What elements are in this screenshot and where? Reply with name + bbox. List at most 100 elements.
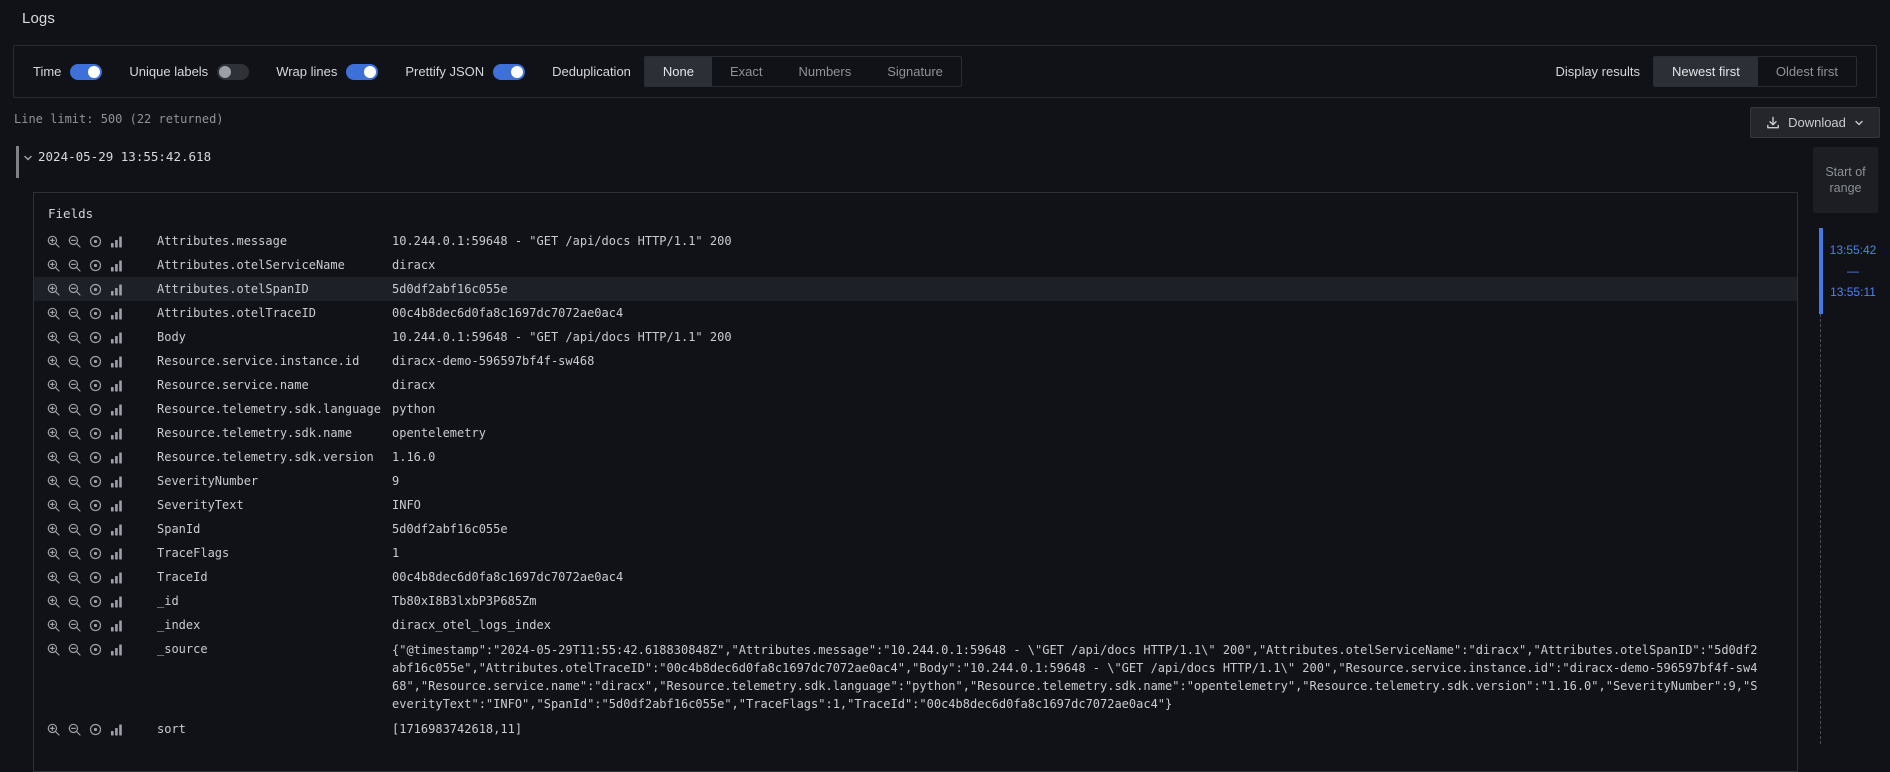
eye-icon[interactable]	[89, 235, 102, 248]
segment-option-signature[interactable]: Signature	[869, 57, 961, 86]
zoom-out-icon[interactable]	[68, 451, 81, 464]
zoom-in-icon[interactable]	[47, 235, 60, 248]
stats-icon[interactable]	[110, 235, 123, 248]
stats-icon[interactable]	[110, 619, 123, 632]
zoom-in-icon[interactable]	[47, 643, 60, 656]
field-name: Resource.service.name	[157, 377, 392, 393]
zoom-in-icon[interactable]	[47, 427, 60, 440]
eye-icon[interactable]	[89, 283, 102, 296]
toggle-switch-wrap-lines[interactable]	[346, 64, 378, 80]
field-row-SpanId: SpanId5d0df2abf16c055e	[34, 517, 1797, 541]
line-limit-status: Line limit: 500 (22 returned)	[14, 112, 224, 126]
zoom-in-icon[interactable]	[47, 355, 60, 368]
zoom-in-icon[interactable]	[47, 571, 60, 584]
stats-icon[interactable]	[110, 307, 123, 320]
stats-icon[interactable]	[110, 403, 123, 416]
zoom-in-icon[interactable]	[47, 451, 60, 464]
zoom-out-icon[interactable]	[68, 523, 81, 536]
zoom-out-icon[interactable]	[68, 379, 81, 392]
stats-icon[interactable]	[110, 523, 123, 536]
zoom-out-icon[interactable]	[68, 307, 81, 320]
segment-option-newest-first[interactable]: Newest first	[1654, 57, 1758, 86]
stats-icon[interactable]	[110, 723, 123, 736]
toggle-switch-time[interactable]	[70, 64, 102, 80]
eye-icon[interactable]	[89, 307, 102, 320]
eye-icon[interactable]	[89, 475, 102, 488]
eye-icon[interactable]	[89, 571, 102, 584]
stats-icon[interactable]	[110, 451, 123, 464]
zoom-out-icon[interactable]	[68, 475, 81, 488]
field-row-actions	[47, 353, 157, 368]
zoom-in-icon[interactable]	[47, 619, 60, 632]
eye-icon[interactable]	[89, 595, 102, 608]
zoom-out-icon[interactable]	[68, 595, 81, 608]
zoom-in-icon[interactable]	[47, 723, 60, 736]
eye-icon[interactable]	[89, 523, 102, 536]
zoom-out-icon[interactable]	[68, 259, 81, 272]
eye-icon[interactable]	[89, 355, 102, 368]
field-row-Body: Body10.244.0.1:59648 - "GET /api/docs HT…	[34, 325, 1797, 349]
zoom-out-icon[interactable]	[68, 283, 81, 296]
zoom-in-icon[interactable]	[47, 283, 60, 296]
segment-option-numbers[interactable]: Numbers	[781, 57, 870, 86]
zoom-in-icon[interactable]	[47, 499, 60, 512]
stats-icon[interactable]	[110, 331, 123, 344]
download-button[interactable]: Download	[1750, 107, 1880, 138]
stats-icon[interactable]	[110, 283, 123, 296]
log-row-collapse-chevron-icon[interactable]	[22, 151, 34, 163]
eye-icon[interactable]	[89, 619, 102, 632]
stats-icon[interactable]	[110, 427, 123, 440]
stats-icon[interactable]	[110, 355, 123, 368]
stats-icon[interactable]	[110, 643, 123, 656]
toggle-label: Wrap lines	[276, 64, 337, 79]
zoom-in-icon[interactable]	[47, 403, 60, 416]
field-row-Attributes.otelTraceID: Attributes.otelTraceID00c4b8dec6d0fa8c16…	[34, 301, 1797, 325]
field-row-actions	[47, 305, 157, 320]
stats-icon[interactable]	[110, 595, 123, 608]
zoom-in-icon[interactable]	[47, 259, 60, 272]
display-results-segmented-control: Newest firstOldest first	[1653, 56, 1857, 87]
zoom-out-icon[interactable]	[68, 619, 81, 632]
zoom-in-icon[interactable]	[47, 379, 60, 392]
start-of-range-button[interactable]: Start of range	[1813, 147, 1878, 213]
eye-icon[interactable]	[89, 451, 102, 464]
segment-option-none[interactable]: None	[645, 57, 712, 86]
eye-icon[interactable]	[89, 723, 102, 736]
zoom-out-icon[interactable]	[68, 723, 81, 736]
toggle-switch-unique-labels[interactable]	[217, 64, 249, 80]
stats-icon[interactable]	[110, 259, 123, 272]
deduplication-segmented-control: NoneExactNumbersSignature	[644, 56, 962, 87]
stats-icon[interactable]	[110, 571, 123, 584]
stats-icon[interactable]	[110, 499, 123, 512]
stats-icon[interactable]	[110, 475, 123, 488]
zoom-out-icon[interactable]	[68, 547, 81, 560]
zoom-out-icon[interactable]	[68, 499, 81, 512]
zoom-in-icon[interactable]	[47, 595, 60, 608]
zoom-in-icon[interactable]	[47, 523, 60, 536]
zoom-out-icon[interactable]	[68, 403, 81, 416]
zoom-out-icon[interactable]	[68, 427, 81, 440]
zoom-in-icon[interactable]	[47, 307, 60, 320]
zoom-in-icon[interactable]	[47, 331, 60, 344]
stats-icon[interactable]	[110, 547, 123, 560]
zoom-out-icon[interactable]	[68, 355, 81, 368]
zoom-out-icon[interactable]	[68, 571, 81, 584]
field-value: 9	[392, 473, 399, 489]
zoom-out-icon[interactable]	[68, 643, 81, 656]
eye-icon[interactable]	[89, 547, 102, 560]
stats-icon[interactable]	[110, 379, 123, 392]
eye-icon[interactable]	[89, 499, 102, 512]
segment-option-oldest-first[interactable]: Oldest first	[1758, 57, 1856, 86]
zoom-in-icon[interactable]	[47, 547, 60, 560]
zoom-out-icon[interactable]	[68, 331, 81, 344]
eye-icon[interactable]	[89, 427, 102, 440]
zoom-in-icon[interactable]	[47, 475, 60, 488]
eye-icon[interactable]	[89, 259, 102, 272]
eye-icon[interactable]	[89, 403, 102, 416]
segment-option-exact[interactable]: Exact	[712, 57, 781, 86]
zoom-out-icon[interactable]	[68, 235, 81, 248]
eye-icon[interactable]	[89, 379, 102, 392]
eye-icon[interactable]	[89, 331, 102, 344]
toggle-switch-prettify-json[interactable]	[493, 64, 525, 80]
eye-icon[interactable]	[89, 643, 102, 656]
